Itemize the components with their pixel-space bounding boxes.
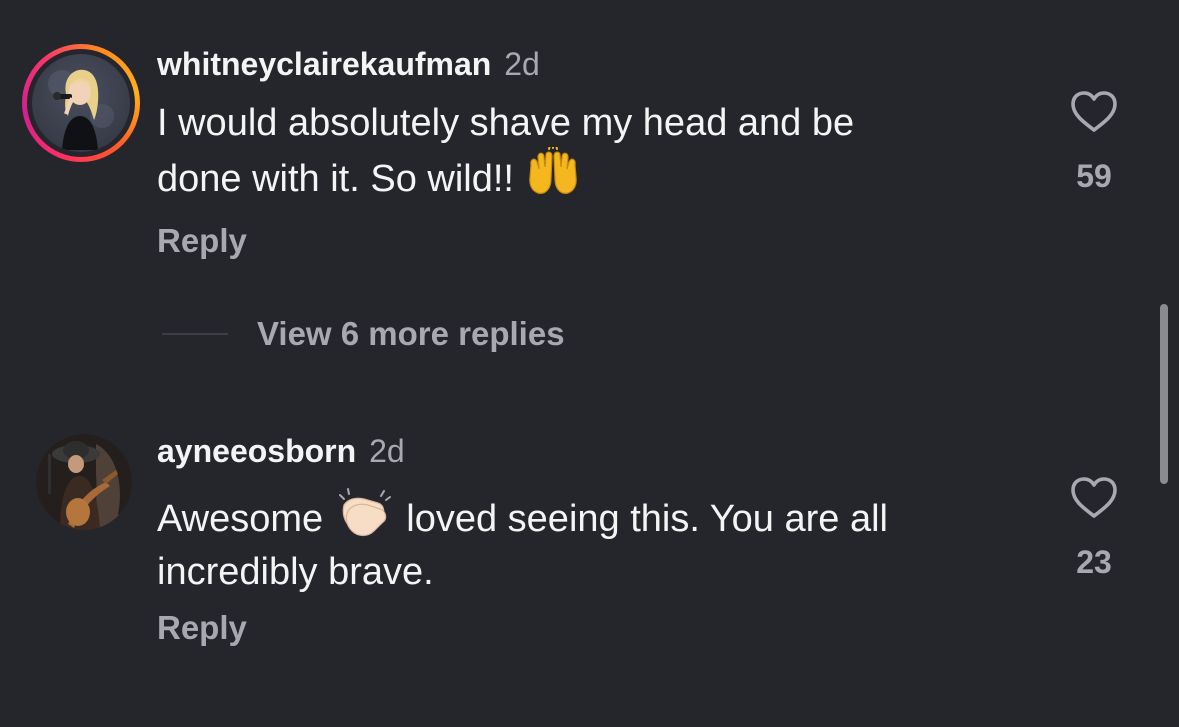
- avatar[interactable]: [36, 434, 132, 530]
- comment-header: whitneyclairekaufman 2d: [157, 46, 540, 82]
- comment-text-line: done with it. So wild!!: [157, 143, 1007, 209]
- avatar-photo: [36, 434, 132, 530]
- comment-text-line: incredibly brave.: [157, 551, 434, 593]
- like-control: 23: [1054, 476, 1134, 581]
- raising-hands-icon: [525, 143, 581, 209]
- view-more-replies-label[interactable]: View 6 more replies: [257, 315, 565, 353]
- reply-button[interactable]: Reply: [157, 222, 247, 260]
- view-more-replies[interactable]: View 6 more replies: [162, 312, 565, 356]
- comment-text: Awesome loved seeing this. You are all i…: [157, 487, 1007, 596]
- username[interactable]: ayneeosborn: [157, 433, 356, 469]
- scrollbar[interactable]: [1160, 304, 1168, 484]
- comment-text-line: I would absolutely shave my head and be: [157, 102, 855, 144]
- timestamp: 2d: [504, 46, 540, 82]
- comment-text-segment: loved seeing this. You are all: [395, 498, 888, 540]
- comment-header: ayneeosborn 2d: [157, 433, 405, 469]
- like-count: 23: [1076, 544, 1112, 580]
- reply-button[interactable]: Reply: [157, 609, 247, 647]
- heart-icon[interactable]: [1070, 476, 1118, 520]
- avatar-ring-gap: [27, 49, 135, 157]
- avatar-illustration: [48, 69, 114, 150]
- like-count: 59: [1076, 158, 1112, 194]
- username[interactable]: whitneyclairekaufman: [157, 46, 491, 82]
- avatar: [32, 54, 130, 152]
- comment-text: I would absolutely shave my head and be …: [157, 100, 1007, 209]
- comment-text-line: Awesome loved seeing this. You are all: [157, 487, 1007, 549]
- comment-text-segment: Awesome: [157, 498, 334, 540]
- comment-text-segment: done with it. So wild!!: [157, 158, 525, 200]
- comment: whitneyclairekaufman 2d I would absolute…: [0, 0, 1179, 290]
- heart-icon[interactable]: [1070, 90, 1118, 134]
- like-control: 59: [1054, 90, 1134, 195]
- comments-screen: whitneyclairekaufman 2d I would absolute…: [0, 0, 1179, 727]
- divider-line: [162, 333, 228, 335]
- clapping-hands-icon: [334, 487, 396, 549]
- timestamp: 2d: [369, 433, 405, 469]
- avatar-story-ring[interactable]: [22, 44, 140, 162]
